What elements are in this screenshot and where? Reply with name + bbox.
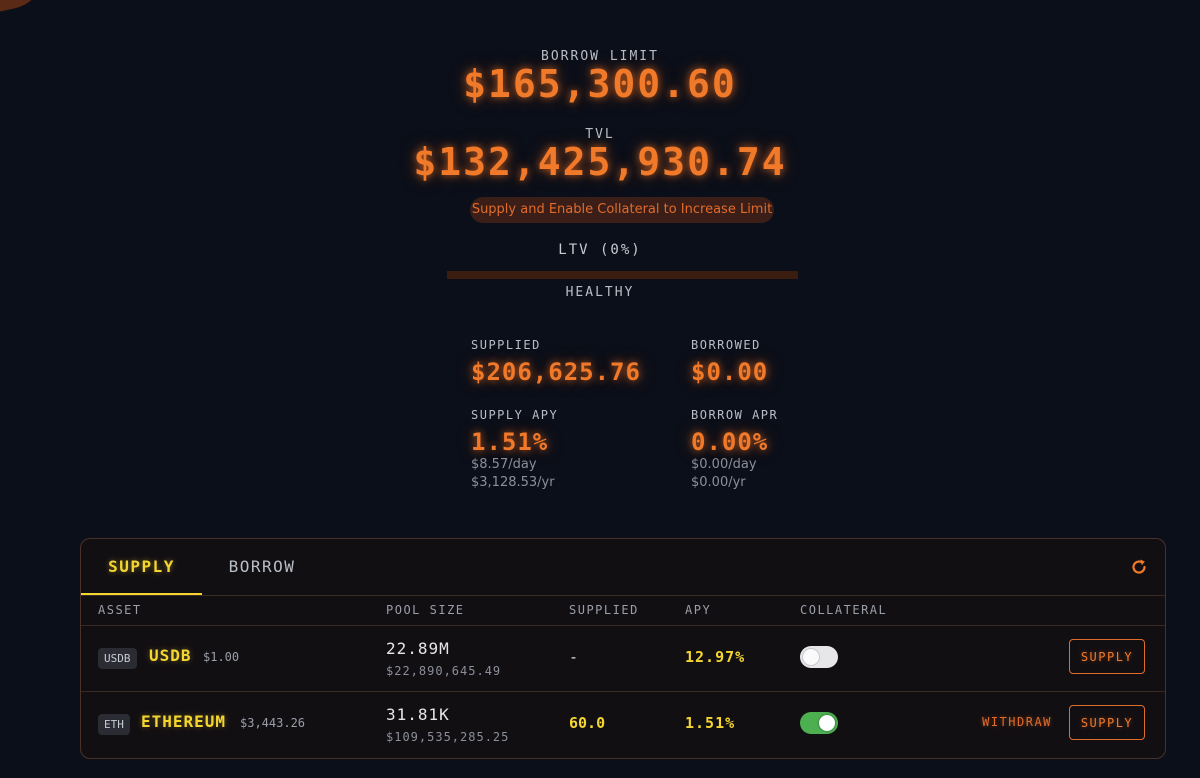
borrow-apr-yearly: $0.00/yr [691, 475, 746, 490]
collateral-toggle[interactable] [800, 712, 838, 734]
header-collateral: COLLATERAL [800, 603, 888, 617]
apy-value: 1.51% [685, 714, 736, 732]
withdraw-button[interactable]: WITHDRAW [977, 705, 1057, 740]
borrow-limit-value: $165,300.60 [463, 62, 737, 106]
supplied-value: $206,625.76 [471, 358, 641, 386]
supplied-stat: SUPPLIED $206,625.76 [471, 338, 641, 386]
borrow-apr-stat: BORROW APR 0.00% $0.00/day $0.00/yr [691, 408, 778, 492]
asset-badge: ETH [98, 714, 130, 735]
ltv-progress-bar [447, 271, 798, 279]
markets-panel: SUPPLY BORROW ASSET POOL SIZE SUPPLIED A… [80, 538, 1166, 759]
ltv-label: LTV (0%) [558, 242, 642, 258]
borrow-apr-value: 0.00% [691, 428, 769, 456]
apy-value: 12.97% [685, 648, 746, 666]
collateral-hint: Supply and Enable Collateral to Increase… [470, 197, 774, 223]
supplied-amount: - [569, 648, 579, 666]
tab-supply[interactable]: SUPPLY [81, 539, 202, 595]
borrowed-stat: BORROWED $0.00 [691, 338, 768, 386]
asset-price: $3,443.26 [240, 716, 306, 730]
header-pool-size: POOL SIZE [386, 603, 465, 617]
table-header: ASSET POOL SIZE SUPPLIED APY COLLATERAL [81, 596, 1165, 626]
tab-bar: SUPPLY BORROW [81, 539, 1165, 596]
supply-button[interactable]: SUPPLY [1069, 639, 1145, 674]
table-row: USDB USDB $1.00 22.89M $22,890,645.49 - … [81, 626, 1165, 692]
corner-decoration [0, 0, 54, 19]
pool-size: 31.81K [386, 705, 450, 724]
borrow-apr-daily: $0.00/day [691, 457, 757, 472]
health-status: HEALTHY [565, 285, 635, 300]
pool-size-usd: $22,890,645.49 [386, 664, 502, 678]
asset-name: USDB [149, 646, 192, 665]
pool-size: 22.89M [386, 639, 450, 658]
toggle-knob [803, 649, 819, 665]
header-asset: ASSET [98, 603, 142, 617]
tab-borrow[interactable]: BORROW [202, 539, 322, 595]
borrow-apr-label: BORROW APR [691, 408, 779, 422]
supply-button[interactable]: SUPPLY [1069, 705, 1145, 740]
asset-name: ETHEREUM [141, 712, 227, 731]
supply-apy-daily: $8.57/day [471, 457, 537, 472]
supply-apy-label: SUPPLY APY [471, 408, 559, 422]
toggle-knob [819, 715, 835, 731]
refresh-icon[interactable] [1129, 557, 1149, 577]
asset-badge: USDB [98, 648, 137, 669]
pool-size-usd: $109,535,285.25 [386, 730, 510, 744]
collateral-toggle[interactable] [800, 646, 838, 668]
supply-apy-stat: SUPPLY APY 1.51% $8.57/day $3,128.53/yr [471, 408, 558, 492]
header-apy: APY [685, 603, 712, 617]
table-row: ETH ETHEREUM $3,443.26 31.81K $109,535,2… [81, 692, 1165, 757]
borrowed-value: $0.00 [691, 358, 769, 386]
asset-price: $1.00 [203, 650, 240, 664]
header-supplied: SUPPLIED [569, 603, 639, 617]
supplied-label: SUPPLIED [471, 338, 541, 352]
borrowed-label: BORROWED [691, 338, 761, 352]
supplied-amount: 60.0 [569, 714, 606, 732]
tvl-value: $132,425,930.74 [413, 140, 787, 184]
supply-apy-value: 1.51% [471, 428, 549, 456]
supply-apy-yearly: $3,128.53/yr [471, 475, 555, 490]
